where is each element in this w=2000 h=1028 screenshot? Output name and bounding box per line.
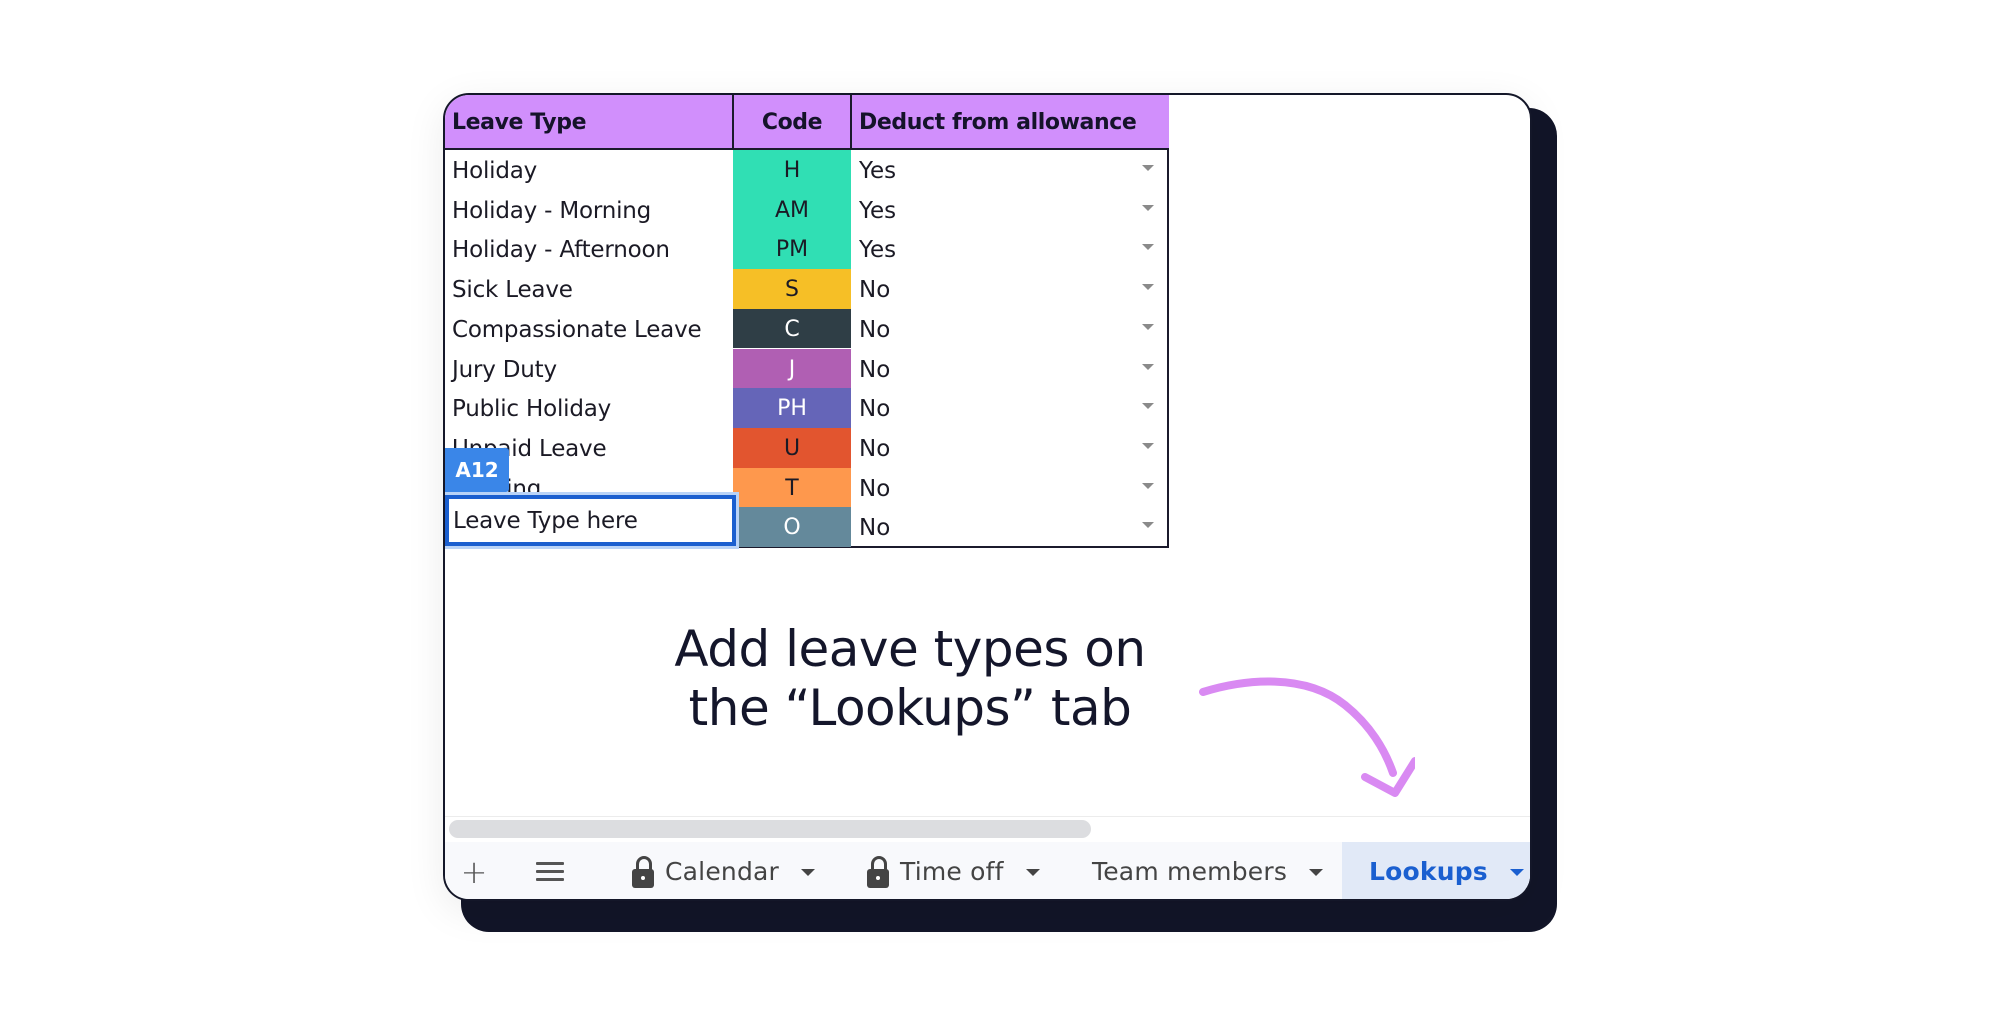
lock-icon: [867, 855, 889, 888]
selected-cell[interactable]: [445, 495, 736, 546]
tab-label: Calendar: [665, 857, 780, 886]
tab-label: Team members: [1092, 857, 1288, 886]
dropdown-arrow-icon[interactable]: [1509, 869, 1524, 876]
table-row: Sick Leave S No: [445, 269, 1167, 309]
arrow-curve: [1199, 677, 1397, 777]
dropdown-arrow-icon[interactable]: [1142, 363, 1154, 370]
tab-label: Time off: [900, 857, 1004, 886]
dropdown-arrow-icon[interactable]: [1142, 522, 1154, 529]
header-deduct: Deduct from allowance: [859, 110, 1137, 135]
table-row: Holiday - Afternoon PM Yes: [445, 229, 1167, 270]
tab-label: Lookups: [1369, 857, 1488, 886]
deduct-dropdown-cell[interactable]: No: [856, 349, 1166, 389]
code-cell[interactable]: H: [733, 150, 851, 190]
table-row: Compassionate Leave C No: [445, 308, 1167, 349]
deduct-dropdown-cell[interactable]: No: [856, 269, 1166, 309]
code-cell[interactable]: C: [733, 308, 851, 349]
dropdown-arrow-icon[interactable]: [1142, 284, 1154, 291]
leave-type-cell[interactable]: Compassionate Leave: [452, 309, 702, 349]
lock-icon: [632, 855, 654, 888]
dropdown-arrow-icon[interactable]: [1142, 204, 1154, 211]
code-cell[interactable]: J: [733, 348, 851, 389]
deduct-value: Yes: [859, 197, 897, 224]
deduct-value: No: [859, 435, 891, 462]
dropdown-arrow-icon[interactable]: [1142, 323, 1154, 330]
dropdown-arrow-icon[interactable]: [1025, 869, 1040, 876]
cell-input[interactable]: [453, 503, 723, 539]
deduct-dropdown-cell[interactable]: Yes: [856, 229, 1166, 269]
deduct-value: Yes: [859, 158, 897, 184]
deduct-value: No: [859, 396, 891, 423]
code-cell[interactable]: U: [733, 427, 851, 468]
annotation-text: Add leave types on the “Lookups” tab: [595, 620, 1225, 738]
tab-calendar[interactable]: Calendar: [632, 842, 816, 899]
code-cell[interactable]: S: [733, 269, 851, 309]
spreadsheet-window: Leave Type Code Deduct from allowance Ho…: [443, 93, 1532, 901]
leave-type-cell[interactable]: Public Holiday: [452, 388, 611, 428]
deduct-value: No: [859, 515, 891, 542]
header-code: Code: [732, 95, 852, 148]
dropdown-arrow-icon[interactable]: [1142, 403, 1154, 410]
deduct-value: No: [859, 475, 891, 502]
scrollbar-thumb[interactable]: [449, 820, 1091, 838]
table-header: Leave Type Code Deduct from allowance: [445, 95, 1169, 150]
dropdown-arrow-icon[interactable]: [1142, 442, 1154, 449]
curved-arrow-icon: [1199, 677, 1415, 797]
table-row: Jury Duty J No: [445, 348, 1167, 389]
deduct-dropdown-cell[interactable]: No: [856, 428, 1166, 468]
cell-reference-badge: A12: [445, 448, 509, 492]
tab-time-off[interactable]: Time off: [867, 842, 1040, 899]
deduct-dropdown-cell[interactable]: Yes: [856, 190, 1166, 230]
leave-type-cell[interactable]: Holiday: [452, 150, 537, 190]
code-cell[interactable]: AM: [733, 189, 851, 230]
annotation-line-2: the “Lookups” tab: [688, 679, 1132, 737]
table-row: Holiday H Yes: [445, 150, 1167, 190]
dropdown-arrow-icon[interactable]: [1309, 869, 1324, 876]
leave-type-cell[interactable]: Sick Leave: [452, 269, 573, 309]
leave-type-cell[interactable]: Holiday - Afternoon: [452, 229, 670, 269]
code-cell[interactable]: PM: [733, 229, 851, 270]
add-sheet-button[interactable]: +: [459, 842, 489, 899]
deduct-value: No: [859, 277, 891, 304]
annotation-line-1: Add leave types on: [674, 620, 1146, 678]
dropdown-arrow-icon[interactable]: [1142, 482, 1154, 489]
plus-icon: +: [460, 852, 488, 891]
dropdown-arrow-icon[interactable]: [1142, 244, 1154, 251]
deduct-dropdown-cell[interactable]: Yes: [856, 150, 1166, 190]
leave-type-cell[interactable]: Holiday - Morning: [452, 190, 651, 230]
horizontal-scrollbar[interactable]: [445, 816, 1530, 843]
deduct-dropdown-cell[interactable]: No: [856, 507, 1166, 547]
deduct-dropdown-cell[interactable]: No: [856, 309, 1166, 349]
tab-lookups[interactable]: Lookups: [1369, 842, 1524, 899]
menu-icon: [536, 861, 564, 882]
leave-type-cell[interactable]: Jury Duty: [452, 349, 557, 389]
table-body: Holiday H Yes Holiday - Morning AM Yes Holiday…: [445, 150, 1169, 548]
code-cell[interactable]: T: [733, 467, 851, 508]
deduct-dropdown-cell[interactable]: No: [856, 388, 1166, 428]
deduct-value: Yes: [859, 237, 897, 264]
table-row: Holiday - Morning AM Yes: [445, 189, 1167, 230]
dropdown-arrow-icon[interactable]: [1142, 165, 1154, 171]
code-cell[interactable]: PH: [733, 388, 851, 428]
dropdown-arrow-icon[interactable]: [801, 869, 816, 876]
deduct-dropdown-cell[interactable]: No: [856, 468, 1166, 508]
sheet-tab-bar: + Calendar Time off Team members Lookups: [445, 842, 1530, 899]
deduct-value: No: [859, 316, 891, 343]
table-row: Unpaid Leave U No: [445, 427, 1167, 468]
all-sheets-button[interactable]: [533, 842, 567, 899]
header-leave-type: Leave Type: [452, 110, 587, 135]
table-row: Public Holiday PH No: [445, 388, 1167, 428]
tab-team-members[interactable]: Team members: [1092, 842, 1324, 899]
deduct-value: No: [859, 356, 891, 383]
code-cell[interactable]: O: [733, 507, 851, 547]
